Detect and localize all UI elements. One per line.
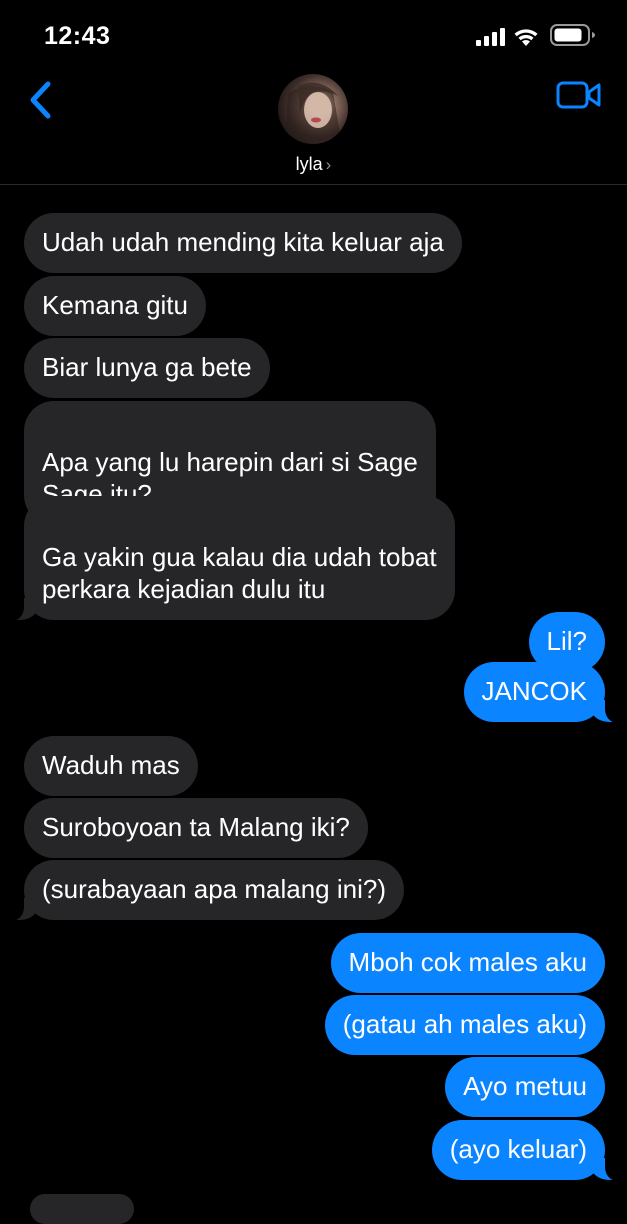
message-text: Ayo metuu: [463, 1071, 587, 1101]
wifi-icon: [514, 29, 538, 46]
chevron-right-icon: ›: [325, 155, 332, 174]
status-bar: 12:43: [0, 0, 627, 70]
message-text: (surabayaan apa malang ini?): [42, 874, 386, 904]
message-outgoing[interactable]: Mboh cok males aku: [330, 933, 605, 993]
message-incoming[interactable]: Biar lunya ga bete: [24, 338, 270, 398]
message-incoming[interactable]: Waduh mas: [24, 736, 198, 796]
avatar-photo: [286, 82, 340, 142]
message-text: Biar lunya ga bete: [42, 352, 252, 382]
video-call-button[interactable]: [556, 80, 602, 110]
message-text: JANCOK: [481, 676, 587, 706]
message-outgoing[interactable]: (gatau ah males aku): [324, 995, 605, 1055]
message-text: (gatau ah males aku): [342, 1009, 587, 1039]
message-text: Waduh mas: [42, 750, 180, 780]
message-incoming[interactable]: (surabayaan apa malang ini?): [12, 860, 404, 921]
message-outgoing[interactable]: JANCOK: [463, 662, 618, 723]
message-outgoing[interactable]: (ayo keluar): [431, 1120, 618, 1181]
message-incoming[interactable]: Udah udah mending kita keluar aja: [24, 213, 462, 273]
contact-name[interactable]: lyla ›: [0, 154, 627, 175]
back-button[interactable]: [26, 80, 56, 120]
message-thread[interactable]: Udah udah mending kita keluar aja Kemana…: [0, 184, 627, 1224]
status-time: 12:43: [44, 22, 111, 50]
cellular-signal-icon: [476, 28, 505, 46]
conversation-header: lyla ›: [0, 70, 627, 185]
message-text: Kemana gitu: [42, 290, 188, 320]
message-text: Lil?: [546, 626, 587, 656]
message-incoming[interactable]: Suroboyoan ta Malang iki?: [24, 798, 368, 858]
message-text: Mboh cok males aku: [348, 947, 587, 977]
message-incoming[interactable]: Ga yakin gua kalau dia udah tobat perkar…: [12, 496, 455, 621]
message-outgoing[interactable]: Ayo metuu: [445, 1057, 605, 1117]
message-incoming[interactable]: Kemana gitu: [24, 276, 206, 336]
contact-name-label: lyla: [295, 154, 323, 174]
avatar[interactable]: [278, 74, 348, 144]
battery-icon: [550, 24, 595, 46]
message-text: (ayo keluar): [449, 1134, 587, 1164]
message-text: Ga yakin gua kalau dia udah tobat perkar…: [42, 542, 437, 604]
message-text: Suroboyoan ta Malang iki?: [42, 812, 350, 842]
message-text: Udah udah mending kita keluar aja: [42, 227, 444, 257]
message-incoming-partial: [30, 1194, 134, 1224]
